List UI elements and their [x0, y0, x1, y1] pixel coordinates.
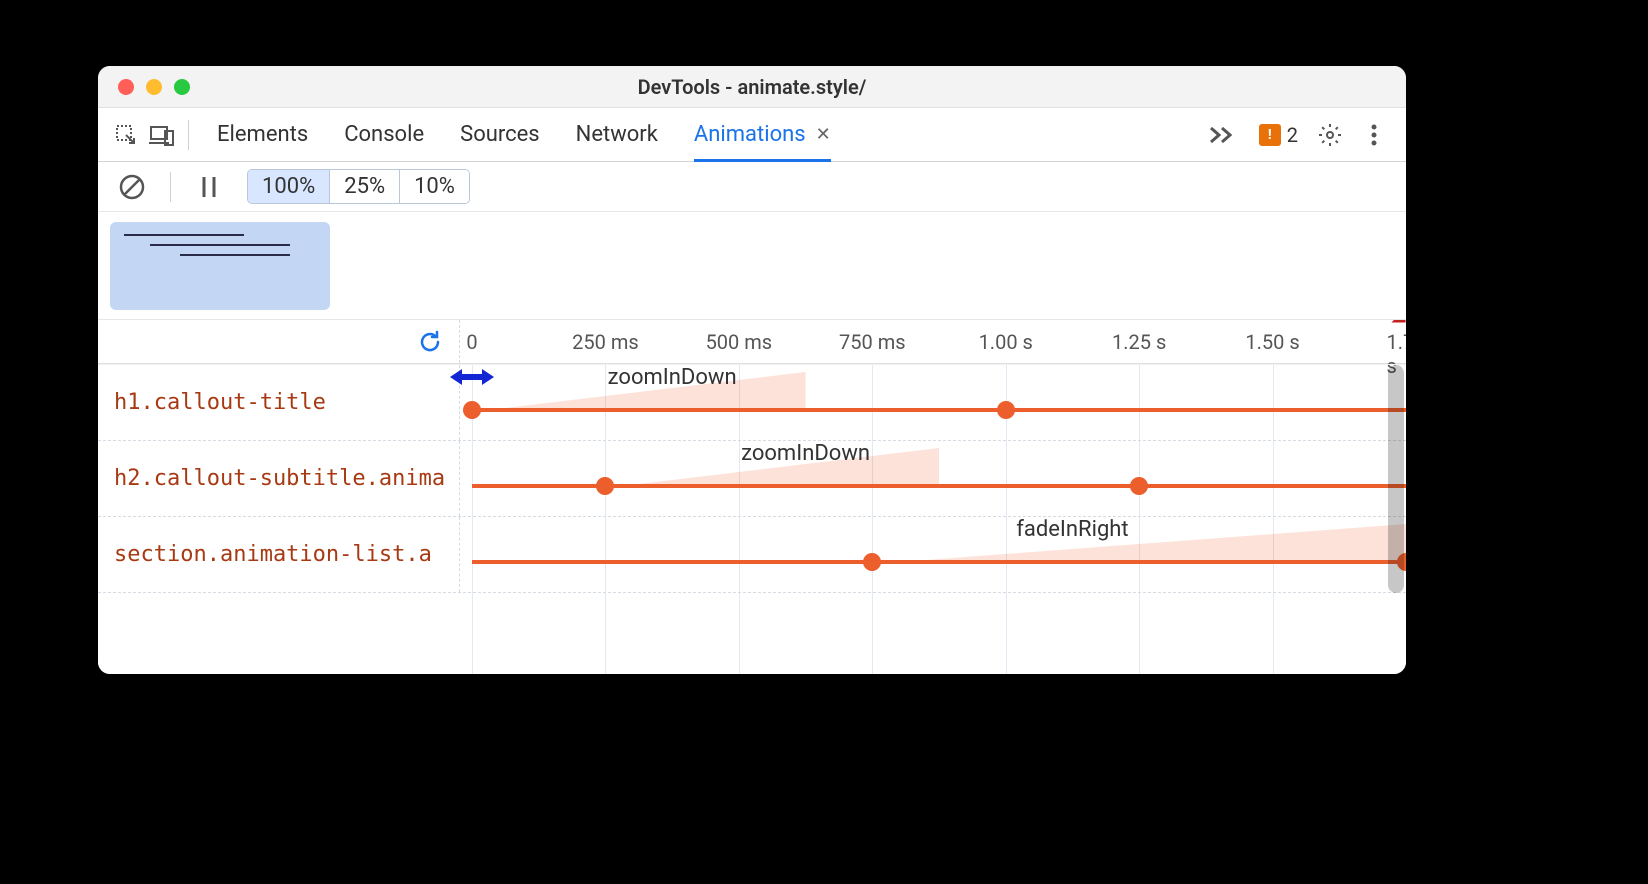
playback-rate-group: 100% 25% 10% — [247, 169, 470, 204]
tab-elements[interactable]: Elements — [217, 108, 308, 161]
track-row: h1.callout-title zoomInDown — [98, 365, 1406, 441]
track-selector-label[interactable]: h1.callout-title — [98, 365, 460, 440]
animation-bar[interactable] — [472, 408, 1406, 412]
track-selector-label[interactable]: section.animation-list.a — [98, 517, 460, 592]
thumb-track-icon — [180, 254, 290, 256]
close-window-button[interactable] — [118, 79, 134, 95]
device-toolbar-button[interactable] — [144, 117, 180, 153]
track-timeline[interactable]: zoomInDown — [460, 441, 1406, 516]
easing-curve — [872, 524, 1406, 564]
toolbar-divider — [188, 120, 189, 150]
animation-name-label: zoomInDown — [608, 365, 737, 390]
ruler-tick: 1.00 s — [979, 330, 1033, 354]
window-title: DevTools - animate.style/ — [98, 75, 1406, 99]
zoom-window-button[interactable] — [174, 79, 190, 95]
track-timeline[interactable]: fadeInRight — [460, 517, 1406, 592]
keyframe-handle[interactable] — [863, 553, 881, 571]
vertical-scrollbar-thumb[interactable] — [1388, 365, 1404, 593]
minimize-window-button[interactable] — [146, 79, 162, 95]
issues-button[interactable]: ! 2 — [1259, 123, 1298, 147]
scrubber-handle[interactable] — [450, 365, 494, 389]
animation-group-thumbnail[interactable] — [110, 222, 330, 310]
keyframe-handle[interactable] — [1130, 477, 1148, 495]
pause-button[interactable] — [191, 169, 227, 205]
keyframe-handle[interactable] — [596, 477, 614, 495]
speed-100-button[interactable]: 100% — [248, 170, 330, 203]
more-options-button[interactable] — [1358, 119, 1390, 151]
track-selector-label[interactable]: h2.callout-subtitle.anima — [98, 441, 460, 516]
ruler-tick: 250 ms — [572, 330, 639, 354]
issues-warning-icon: ! — [1259, 124, 1281, 146]
animations-toolbar: 100% 25% 10% — [98, 162, 1406, 212]
ruler-tick: 500 ms — [706, 330, 773, 354]
animation-details-panel: 0250 ms500 ms750 ms1.00 s1.25 s1.50 s1.7… — [98, 320, 1406, 674]
tracks-container: h1.callout-titlezoomInDownh2.callout-sub… — [98, 364, 1406, 674]
tab-sources[interactable]: Sources — [460, 108, 540, 161]
clear-animations-button[interactable] — [114, 169, 150, 205]
ruler-tick: 1.25 s — [1112, 330, 1166, 354]
ruler[interactable]: 0250 ms500 ms750 ms1.00 s1.25 s1.50 s1.7… — [460, 320, 1406, 363]
traffic-lights — [118, 79, 190, 95]
close-tab-button[interactable]: ✕ — [816, 124, 831, 145]
replay-button[interactable] — [415, 327, 445, 357]
ruler-left-spacer — [98, 320, 460, 363]
settings-button[interactable] — [1314, 119, 1346, 151]
animation-name-label: fadeInRight — [1016, 517, 1128, 542]
more-tabs-button[interactable] — [1209, 125, 1235, 145]
animation-groups-strip — [98, 212, 1406, 320]
inspect-element-button[interactable] — [108, 117, 144, 153]
animation-bar[interactable] — [472, 560, 1406, 564]
keyframe-handle[interactable] — [463, 401, 481, 419]
toolbar-divider — [170, 172, 171, 202]
thumb-track-icon — [124, 234, 244, 236]
ruler-row: 0250 ms500 ms750 ms1.00 s1.25 s1.50 s1.7… — [98, 320, 1406, 364]
speed-25-button[interactable]: 25% — [330, 170, 400, 203]
window-titlebar: DevTools - animate.style/ — [98, 66, 1406, 108]
tab-network[interactable]: Network — [576, 108, 658, 161]
tab-console[interactable]: Console — [344, 108, 424, 161]
devtools-window: DevTools - animate.style/ Elements Conso… — [98, 66, 1406, 674]
ruler-tick: 1.50 s — [1245, 330, 1299, 354]
ruler-tick: 750 ms — [839, 330, 906, 354]
panel-tabs: Elements Console Sources Network Animati… — [217, 108, 1195, 161]
tab-animations[interactable]: Animations ✕ — [694, 108, 831, 161]
animation-name-label: zoomInDown — [741, 441, 870, 466]
track-row: section.animation-list.a fadeInRight — [98, 517, 1406, 593]
issues-count: 2 — [1287, 123, 1298, 147]
devtools-tabstrip: Elements Console Sources Network Animati… — [98, 108, 1406, 162]
ruler-tick: 0 — [466, 330, 477, 354]
speed-10-button[interactable]: 10% — [400, 170, 469, 203]
tab-animations-label: Animations — [694, 122, 806, 147]
track-row: h2.callout-subtitle.anima zoomInDown — [98, 441, 1406, 517]
thumb-track-icon — [150, 244, 290, 246]
track-timeline[interactable]: zoomInDown — [460, 365, 1406, 440]
keyframe-handle[interactable] — [997, 401, 1015, 419]
